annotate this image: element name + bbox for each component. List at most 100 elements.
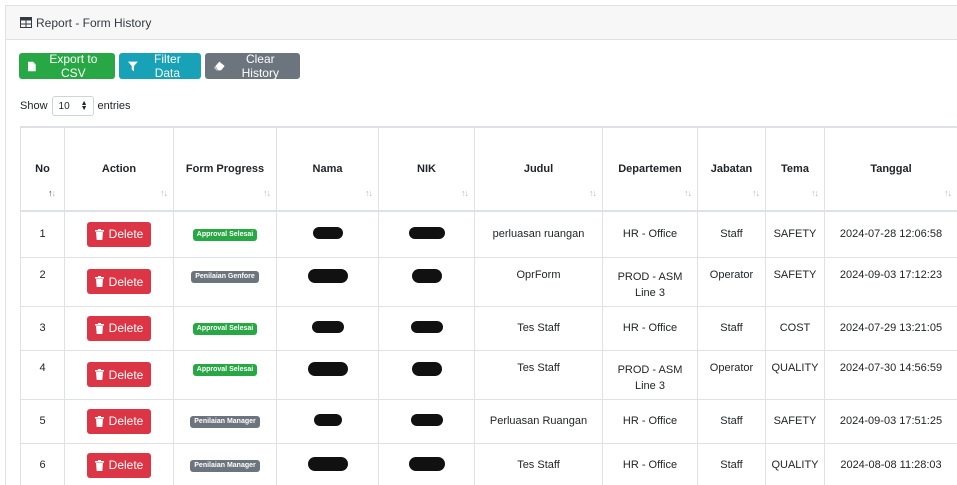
show-label: Show <box>20 100 48 112</box>
cell-judul: Perluasan Ruangan <box>474 398 603 444</box>
column-header-tema[interactable]: Tema ↑↓ <box>765 126 825 212</box>
filter-icon <box>128 61 138 71</box>
cell-action: Delete <box>64 305 174 351</box>
trash-icon <box>94 369 104 380</box>
redacted-name <box>307 456 348 471</box>
cell-nik <box>378 398 475 444</box>
column-header-no[interactable]: No ↑↓ <box>20 126 65 212</box>
departemen-line-2: Line 3 <box>635 286 665 299</box>
column-header-tanggal[interactable]: Tanggal ↑↓ <box>824 126 957 212</box>
progress-badge: Approval Selesai <box>192 363 258 376</box>
delete-button[interactable]: Delete <box>87 269 151 294</box>
column-header-action[interactable]: Action ↑↓ <box>64 126 174 212</box>
delete-button[interactable]: Delete <box>87 221 151 247</box>
progress-badge: Approval Selesai <box>192 323 258 335</box>
filter-data-label: Filter Data <box>154 52 181 80</box>
trash-icon <box>94 322 104 334</box>
column-header-departemen[interactable]: Departemen ↑↓ <box>602 126 698 212</box>
entries-select[interactable]: 10 ▲ ▼ <box>51 96 94 116</box>
cell-nama <box>276 349 379 400</box>
redacted-nik <box>408 226 445 239</box>
table-row: 1 Delete Approval Selesai perluasan ruangan… <box>20 210 957 258</box>
redacted-name <box>313 413 342 426</box>
delete-label: Delete <box>108 321 144 335</box>
cell-nama <box>276 305 379 351</box>
cell-tanggal: 2024-07-29 13:21:05 <box>824 305 957 351</box>
history-table: No ↑↓ Action ↑↓ Form Progress ↑↓ Nama ↑↓ NIK ↑↓ Ju… <box>20 126 957 485</box>
sort-icon: ↑↓ <box>365 188 373 198</box>
export-csv-button[interactable]: Export to CSV <box>19 52 115 80</box>
cell-action: Delete <box>64 349 174 400</box>
cell-nama <box>276 442 379 485</box>
table-row: 4 Delete Approval Selesai Tes Staff PROD - A… <box>20 349 957 400</box>
history-table-wrapper: No ↑↓ Action ↑↓ Form Progress ↑↓ Nama ↑↓ NIK ↑↓ Ju… <box>20 126 957 485</box>
redacted-nik <box>410 413 443 426</box>
trash-icon <box>94 276 104 287</box>
cell-jabatan: Staff <box>697 305 766 351</box>
cell-tanggal: 2024-07-30 14:56:59 <box>824 349 957 400</box>
trash-icon <box>94 459 104 471</box>
delete-label: Delete <box>108 227 144 242</box>
column-header-nama[interactable]: Nama ↑↓ <box>276 126 379 212</box>
column-label: Nama <box>312 163 343 175</box>
clear-history-button[interactable]: Clear History <box>205 52 300 80</box>
cell-nik <box>378 349 475 400</box>
trash-icon <box>94 415 104 427</box>
cell-action: Delete <box>64 442 174 485</box>
sort-icon: ↑↓ <box>48 188 56 198</box>
column-label: Tema <box>781 163 809 175</box>
toolbar: Export to CSV Filter Data Clear History <box>19 52 300 80</box>
table-row: 3 Delete Approval Selesai Tes Staff HR - Off… <box>20 305 957 351</box>
trash-icon <box>94 228 104 240</box>
cell-form-progress: Penilaian Manager <box>173 442 277 485</box>
page-title: Report - Form History <box>36 15 152 30</box>
redacted-nik <box>411 268 442 283</box>
filter-data-button[interactable]: Filter Data <box>119 52 201 80</box>
departemen-line-2: Line 3 <box>635 379 665 392</box>
cell-tanggal: 2024-07-28 12:06:58 <box>824 210 957 258</box>
entries-value: 10 <box>58 100 70 112</box>
sort-icon: ↑↓ <box>944 188 952 198</box>
cell-tema: SAFETY <box>765 398 825 444</box>
column-header-judul[interactable]: Judul ↑↓ <box>474 126 603 212</box>
sort-icon: ↑↓ <box>160 188 168 198</box>
export-csv-label: Export to CSV <box>49 52 98 80</box>
cell-jabatan: Operator <box>697 256 766 307</box>
table-row: 2 Delete Penilaian Genfore OprForm PROD - AS… <box>20 256 957 307</box>
column-label: Tanggal <box>870 163 912 175</box>
cell-no: 4 <box>20 349 65 400</box>
delete-button[interactable]: Delete <box>87 408 151 434</box>
cell-action: Delete <box>64 256 174 307</box>
progress-badge: Penilaian Manager <box>190 416 260 428</box>
departemen-line-1: HR - Office <box>622 415 678 427</box>
cell-departemen: HR - Office <box>602 305 698 351</box>
cell-departemen: PROD - ASM Line 3 <box>602 256 698 307</box>
column-label: Jabatan <box>710 163 753 175</box>
cell-judul: perluasan ruangan <box>474 210 603 258</box>
column-label: NIK <box>417 163 436 175</box>
sort-icon: ↑↓ <box>684 188 692 198</box>
cell-form-progress: Approval Selesai <box>173 305 277 351</box>
cell-departemen: PROD - ASM Line 3 <box>602 349 698 400</box>
cell-tanggal: 2024-09-03 17:12:23 <box>824 256 957 307</box>
delete-button[interactable]: Delete <box>87 362 151 387</box>
cell-form-progress: Approval Selesai <box>173 349 277 400</box>
cell-jabatan: Operator <box>697 349 766 400</box>
column-header-form-progress[interactable]: Form Progress ↑↓ <box>173 126 277 212</box>
column-header-nik[interactable]: NIK ↑↓ <box>378 126 475 212</box>
cell-departemen: HR - Office <box>602 398 698 444</box>
cell-nama <box>276 398 379 444</box>
column-header-jabatan[interactable]: Jabatan ↑↓ <box>697 126 766 212</box>
column-label: Judul <box>523 163 554 175</box>
delete-button[interactable]: Delete <box>87 315 151 341</box>
delete-button[interactable]: Delete <box>87 452 151 478</box>
cell-judul: Tes Staff <box>474 305 603 351</box>
cell-no: 1 <box>20 210 65 258</box>
cell-jabatan: Staff <box>697 398 766 444</box>
cell-no: 2 <box>20 256 65 307</box>
delete-label: Delete <box>108 458 144 472</box>
cell-tema: SAFETY <box>765 256 825 307</box>
cell-nama <box>276 256 379 307</box>
column-label: Departemen <box>618 163 682 175</box>
redacted-nik <box>408 456 445 471</box>
